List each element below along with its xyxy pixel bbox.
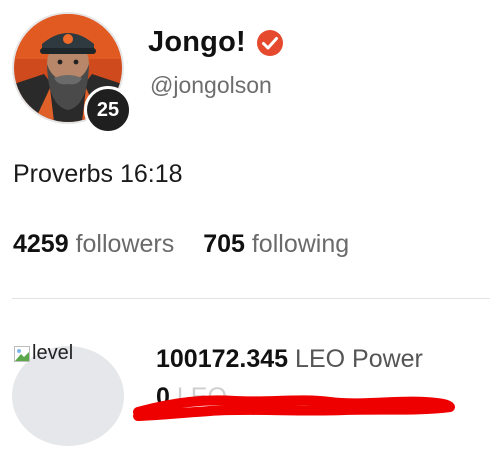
red-redaction-scribble	[133, 395, 455, 421]
